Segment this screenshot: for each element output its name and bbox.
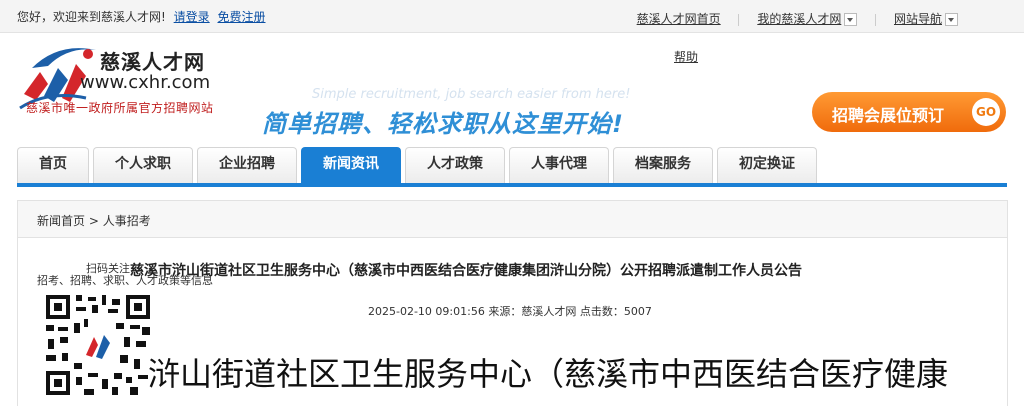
nav-tab-recruiting[interactable]: 企业招聘	[197, 147, 297, 183]
nav-tab-news[interactable]: 新闻资讯	[301, 147, 401, 183]
nav-tab-job-seeking[interactable]: 个人求职	[93, 147, 193, 183]
welcome-text: 您好，欢迎来到慈溪人才网!	[17, 10, 166, 24]
chevron-down-icon[interactable]	[945, 13, 958, 26]
my-account-link[interactable]: 我的慈溪人才网	[757, 10, 841, 27]
nav-tab-talent-policy[interactable]: 人才政策	[405, 147, 505, 183]
login-link[interactable]: 请登录	[174, 10, 210, 24]
logo-name: 慈溪人才网	[100, 50, 205, 74]
divider	[738, 13, 740, 26]
nav-tab-certificate[interactable]: 初定换证	[717, 147, 817, 183]
article-meta: 2025-02-10 09:01:56 来源：慈溪人才网 点击数：5007	[368, 305, 652, 318]
chevron-down-icon[interactable]	[844, 13, 858, 26]
main-nav: 首页 个人求职 企业招聘 新闻资讯 人才政策 人事代理 档案服务 初定换证	[17, 147, 1007, 183]
go-icon: GO	[972, 98, 1000, 126]
top-bar: 您好，欢迎来到慈溪人才网! 请登录 免费注册 慈溪人才网首页 我的慈溪人才网 网…	[0, 0, 1024, 33]
slogan-chinese: 简单招聘、轻松求职从这里开始!	[262, 110, 624, 138]
logo-url: www.cxhr.com	[80, 72, 211, 93]
breadcrumb-separator: >	[88, 214, 99, 228]
nav-tab-archives[interactable]: 档案服务	[613, 147, 713, 183]
booth-booking-label: 招聘会展位预订	[832, 106, 945, 125]
site-nav-link[interactable]: 网站导航	[894, 10, 942, 27]
qr-code-icon	[44, 293, 152, 397]
breadcrumb-current[interactable]: 人事招考	[103, 214, 151, 228]
top-nav: 慈溪人才网首页 我的慈溪人才网 网站导航	[623, 10, 958, 27]
nav-underline	[17, 183, 1007, 187]
site-home-link[interactable]: 慈溪人才网首页	[637, 10, 721, 27]
booth-booking-button[interactable]: 招聘会展位预订 GO	[812, 92, 1006, 132]
logo-tagline: 慈溪市唯一政府所属官方招聘网站	[26, 101, 214, 115]
breadcrumb: 新闻首页 > 人事招考	[37, 212, 151, 229]
slogan-english: Simple recruitment, job search easier fr…	[312, 87, 631, 102]
article-body-heading: 浒山街道社区卫生服务中心（慈溪市中西医结合医疗健康	[148, 355, 949, 393]
breadcrumb-bar: 新闻首页 > 人事招考	[17, 200, 1008, 238]
breadcrumb-home[interactable]: 新闻首页	[37, 214, 85, 228]
help-link[interactable]: 帮助	[674, 48, 698, 65]
welcome-area: 您好，欢迎来到慈溪人才网! 请登录 免费注册	[17, 8, 266, 25]
divider	[875, 13, 877, 26]
nav-tab-home[interactable]: 首页	[17, 147, 89, 183]
nav-tab-hr-agency[interactable]: 人事代理	[509, 147, 609, 183]
register-link[interactable]: 免费注册	[217, 10, 265, 24]
article-title: 慈溪市浒山街道社区卫生服务中心（慈溪市中西医结合医疗健康集团浒山分院）公开招聘派…	[130, 263, 802, 279]
